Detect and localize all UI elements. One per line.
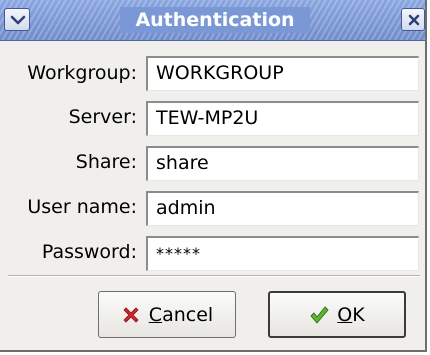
authentication-dialog: Authentication Workgroup: WORKGROUP Serv… (0, 0, 427, 352)
cancel-button[interactable]: Cancel (98, 291, 236, 338)
username-label: User name: (27, 196, 137, 218)
title-bar[interactable]: Authentication (0, 0, 425, 41)
close-icon (408, 14, 420, 26)
workgroup-label: Workgroup: (27, 62, 137, 84)
close-button[interactable] (401, 8, 425, 31)
share-label: Share: (75, 151, 137, 173)
username-field[interactable]: admin (146, 191, 419, 226)
workgroup-field[interactable]: WORKGROUP (146, 56, 419, 91)
cancel-label: Cancel (148, 303, 214, 326)
server-label: Server: (68, 106, 137, 128)
green-checkmark-icon (310, 306, 329, 323)
share-field[interactable]: share (146, 146, 419, 181)
ok-button[interactable]: OK (268, 291, 406, 338)
red-x-icon (123, 306, 139, 323)
ok-label: OK (337, 303, 365, 326)
password-label: Password: (41, 241, 137, 263)
window-menu-button[interactable] (4, 8, 30, 31)
server-field[interactable]: TEW-MP2U (146, 101, 419, 136)
password-field[interactable]: ***** (146, 236, 419, 271)
separator (8, 275, 420, 277)
chevron-down-icon (10, 15, 26, 25)
window-title: Authentication (120, 7, 310, 33)
